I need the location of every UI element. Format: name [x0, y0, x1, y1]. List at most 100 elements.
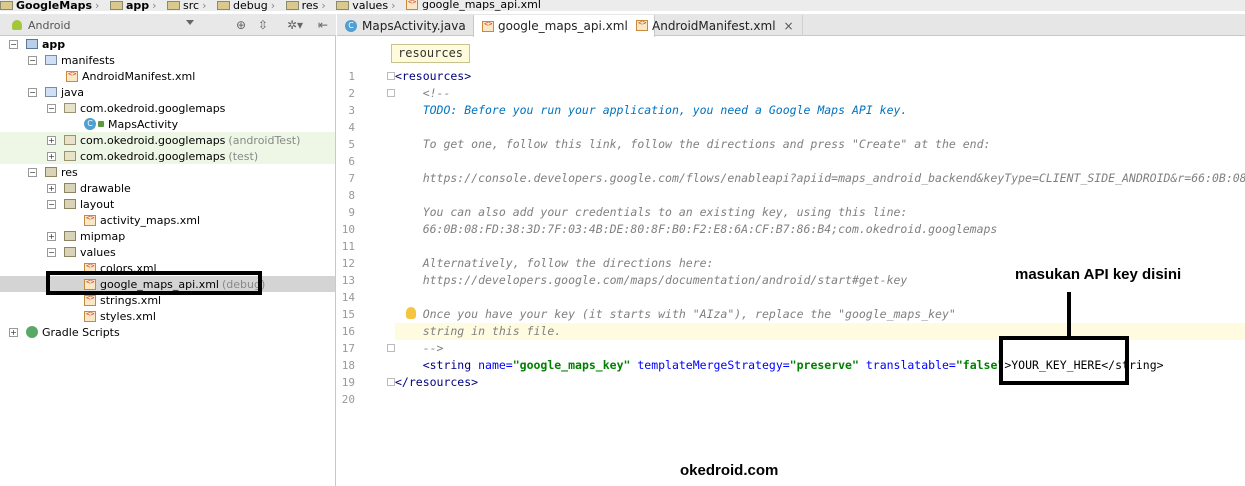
breadcrumb-item-values[interactable]: values › [336, 0, 402, 11]
fold-marker[interactable] [387, 344, 395, 352]
line-number: 11 [341, 240, 355, 253]
expand-toggle[interactable]: + [47, 136, 56, 145]
tree-node-gradle-scripts[interactable]: Gradle Scripts [26, 324, 120, 340]
xml-file-icon [636, 19, 648, 31]
class-icon: C [84, 118, 96, 130]
folder-icon [64, 231, 76, 241]
tree-node-styles[interactable]: styles.xml [84, 308, 156, 324]
chevron-right-icon: › [391, 0, 396, 11]
chevron-right-icon: › [152, 0, 157, 11]
line-number: 15 [341, 308, 355, 321]
tree-node-values[interactable]: values [64, 244, 116, 260]
module-icon [26, 39, 38, 49]
folder-icon [336, 1, 350, 10]
collapse-toggle[interactable]: − [47, 104, 56, 113]
tree-node-mipmap[interactable]: mipmap [64, 228, 125, 244]
collapse-toggle[interactable]: − [47, 248, 56, 257]
line-number: 8 [348, 189, 355, 202]
tree-node-app[interactable]: app [26, 36, 65, 52]
xml-file-icon [84, 294, 96, 306]
code-line-2: <!-- [395, 86, 451, 100]
breadcrumb: GoogleMaps › app › src › debug › res › values… [0, 0, 1245, 11]
folder-icon [45, 167, 57, 177]
folder-icon [64, 183, 76, 193]
xml-file-icon [84, 310, 96, 322]
tab-maps-activity[interactable]: CMapsActivity.java× [337, 15, 493, 36]
line-number: 20 [341, 393, 355, 406]
tree-node-manifests[interactable]: manifests [45, 52, 115, 68]
tree-node-activity-maps[interactable]: activity_maps.xml [84, 212, 200, 228]
collapse-toggle[interactable]: − [28, 88, 37, 97]
code-editor[interactable]: resources 1 2 3 4 5 6 7 8 9 10 11 12 13 14 15 16 17 18 19 2… [337, 37, 1245, 486]
lock-icon [98, 121, 104, 127]
collapse-all-icon[interactable]: ⇳ [258, 18, 268, 32]
expand-toggle[interactable]: + [47, 232, 56, 241]
breadcrumb-item-debug[interactable]: debug › [217, 0, 282, 11]
tree-node-maps-activity[interactable]: C MapsActivity [84, 116, 178, 132]
highlight-box-api-key [999, 336, 1129, 385]
line-number: 13 [341, 274, 355, 287]
expand-toggle[interactable]: + [47, 152, 56, 161]
breadcrumb-item-file[interactable]: google_maps_api.xml [405, 0, 543, 11]
tree-node-drawable[interactable]: drawable [64, 180, 131, 196]
code-line-9: You can also add your credentials to an … [395, 205, 908, 219]
expand-toggle[interactable]: + [9, 328, 18, 337]
gear-icon[interactable]: ✲▾ [287, 18, 303, 32]
collapse-toggle[interactable]: − [28, 168, 37, 177]
line-number: 9 [348, 206, 355, 219]
line-number: 7 [348, 172, 355, 185]
fold-marker[interactable] [387, 89, 395, 97]
collapse-toggle[interactable]: − [28, 56, 37, 65]
tree-node-android-manifest[interactable]: AndroidManifest.xml [66, 68, 195, 84]
expand-toggle[interactable]: + [47, 184, 56, 193]
gradle-icon [26, 326, 38, 338]
fold-marker[interactable] [387, 72, 395, 80]
xml-file-icon [84, 214, 96, 226]
xml-file-icon [405, 0, 418, 10]
tree-node-package-main[interactable]: com.okedroid.googlemaps [64, 100, 225, 116]
project-tree: − app − manifests AndroidManifest.xml − … [0, 36, 336, 486]
project-view-select[interactable]: Android [12, 17, 196, 33]
folder-icon [167, 1, 181, 10]
line-number: 3 [348, 104, 355, 117]
breadcrumb-item-app[interactable]: app › [109, 0, 164, 11]
folder-icon [285, 1, 299, 10]
line-number: 2 [348, 87, 355, 100]
tree-node-java[interactable]: java [45, 84, 84, 100]
fold-marker[interactable] [387, 378, 395, 386]
collapse-toggle[interactable]: − [47, 200, 56, 209]
tree-node-package-test[interactable]: com.okedroid.googlemaps (test) [64, 148, 258, 164]
line-number: 16 [341, 325, 355, 338]
tree-node-package-android-test[interactable]: com.okedroid.googlemaps (androidTest) [64, 132, 300, 148]
collapse-toggle[interactable]: − [9, 40, 18, 49]
hide-panel-icon[interactable]: ⇤ [318, 18, 328, 32]
line-number: 1 [348, 70, 355, 83]
project-panel-header: Android ⊕ ⇳ ✲▾ ⇤ [0, 14, 336, 36]
package-icon [64, 103, 76, 113]
line-number: 12 [341, 257, 355, 270]
tree-node-res[interactable]: res [45, 164, 78, 180]
folder-icon [109, 1, 123, 10]
annotation-pointer-line [1067, 292, 1071, 337]
code-line-5: To get one, follow this link, follow the… [395, 137, 991, 151]
chevron-right-icon: › [321, 0, 326, 11]
lightbulb-icon[interactable] [406, 307, 416, 319]
close-icon[interactable]: × [784, 19, 794, 33]
code-line-1: <resources> [395, 69, 472, 83]
line-number: 6 [348, 155, 355, 168]
tree-node-layout[interactable]: layout [64, 196, 114, 212]
code-line-7: https://console.developers.google.com/fl… [395, 171, 1245, 185]
breadcrumb-item-src[interactable]: src › [167, 0, 213, 11]
annotation-callout: masukan API key disini [1015, 266, 1182, 283]
line-number: 17 [341, 342, 355, 355]
line-number: 14 [341, 291, 355, 304]
sync-icon[interactable]: ⊕ [236, 18, 246, 32]
code-line-15: Once you have your key (it starts with "… [395, 307, 956, 321]
context-breadcrumb[interactable]: resources [391, 44, 471, 63]
tab-android-manifest[interactable]: AndroidManifest.xml× [628, 15, 803, 36]
breadcrumb-item-project[interactable]: GoogleMaps › [0, 0, 106, 11]
chevron-right-icon: › [95, 0, 100, 11]
watermark: okedroid.com [680, 462, 779, 479]
breadcrumb-item-res[interactable]: res › [285, 0, 333, 11]
line-number: 4 [348, 121, 355, 134]
